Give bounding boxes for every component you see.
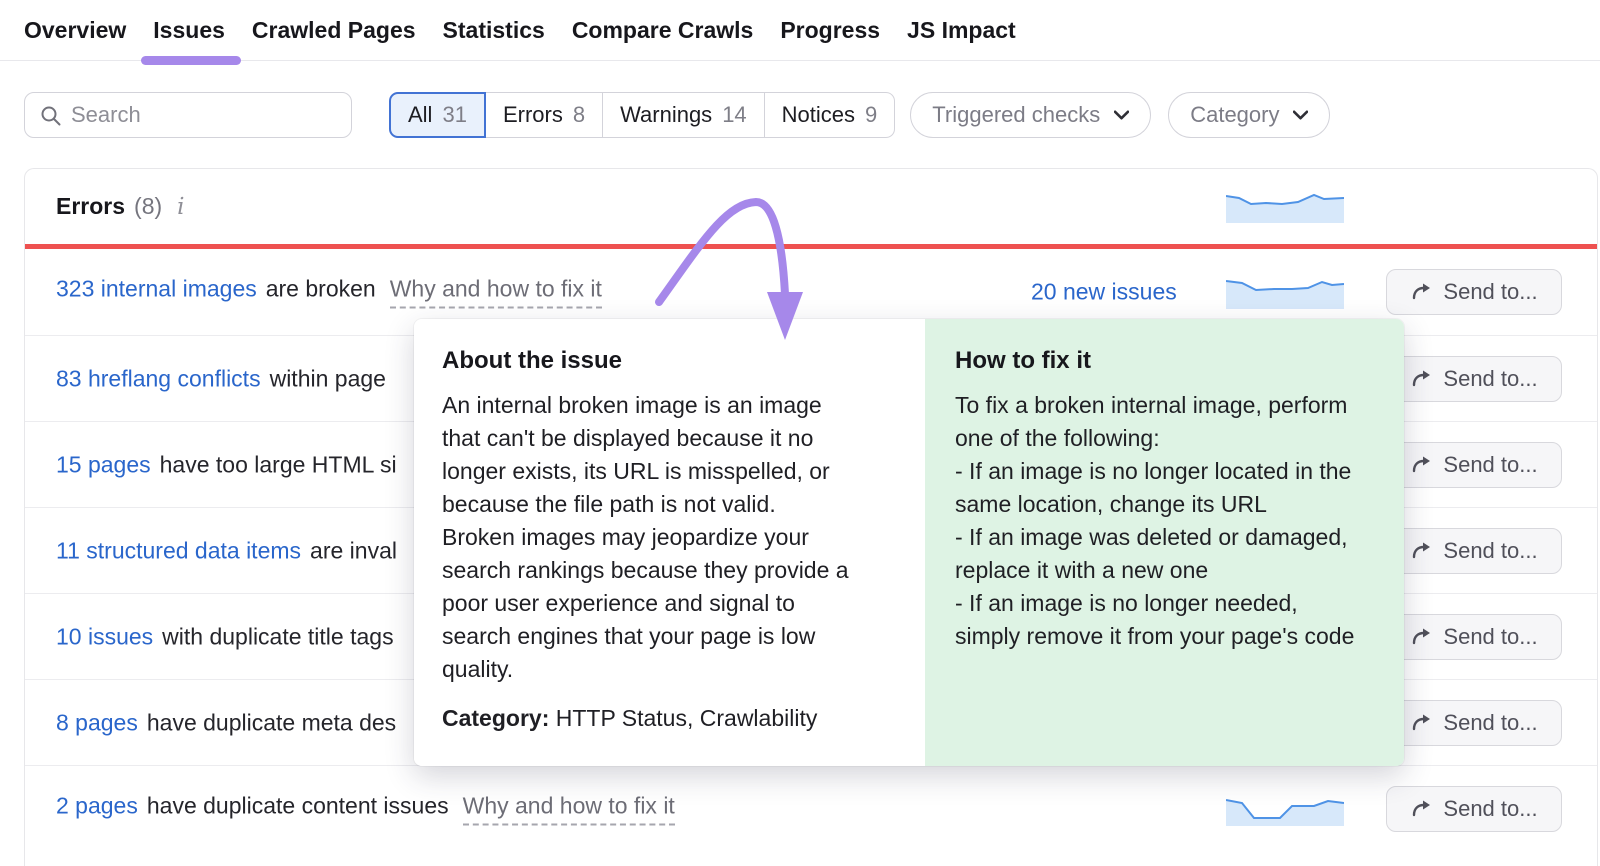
filter-warnings[interactable]: Warnings 14 — [602, 92, 765, 138]
send-arrow-icon — [1410, 540, 1432, 562]
category-label: Category: — [442, 705, 549, 731]
filter-notices-count: 9 — [865, 102, 877, 128]
filter-notices[interactable]: Notices 9 — [764, 92, 896, 138]
tab-progress[interactable]: Progress — [780, 0, 880, 61]
how-to-fix-panel: How to fix it To fix a broken internal i… — [925, 319, 1404, 766]
issue-link[interactable]: 323 internal images — [56, 276, 257, 303]
triggered-checks-dropdown[interactable]: Triggered checks — [910, 92, 1151, 138]
why-how-to-fix-link[interactable]: Why and how to fix it — [463, 792, 675, 825]
filter-all[interactable]: All 31 — [389, 92, 486, 138]
issue-popup: About the issue An internal broken image… — [414, 319, 1404, 766]
issue-link[interactable]: 2 pages — [56, 792, 138, 819]
issue-link[interactable]: 15 pages — [56, 451, 151, 478]
issue-link[interactable]: 8 pages — [56, 709, 138, 736]
about-body: An internal broken image is an image tha… — [442, 389, 897, 686]
search-icon — [40, 105, 62, 127]
issue-row-duplicate-content: 2 pages have duplicate content issues Wh… — [25, 765, 1597, 851]
tab-statistics[interactable]: Statistics — [443, 0, 545, 61]
send-to-button[interactable]: Send to... — [1386, 700, 1562, 746]
issue-desc: have duplicate content issues — [147, 792, 449, 819]
tab-crawled-pages[interactable]: Crawled Pages — [252, 0, 416, 61]
category-line: Category: HTTP Status, Crawlability — [442, 705, 897, 732]
info-icon[interactable]: i — [177, 194, 184, 220]
send-to-button[interactable]: Send to... — [1386, 269, 1562, 315]
category-dropdown[interactable]: Category — [1168, 92, 1330, 138]
top-nav: Overview Issues Crawled Pages Statistics… — [0, 0, 1600, 61]
fix-body: To fix a broken internal image, perform … — [955, 389, 1374, 653]
active-tab-underline — [141, 56, 241, 65]
errors-trend-sparkline — [1226, 189, 1344, 223]
issue-link[interactable]: 11 structured data items — [56, 537, 301, 564]
issue-type-filter: All 31 Errors 8 Warnings 14 Notices 9 — [390, 92, 895, 138]
filter-bar: All 31 Errors 8 Warnings 14 Notices 9 Tr… — [24, 92, 1330, 138]
about-the-issue-panel: About the issue An internal broken image… — [414, 319, 925, 766]
errors-count: (8) — [134, 193, 162, 220]
tab-overview[interactable]: Overview — [24, 0, 126, 61]
issue-desc: with duplicate title tags — [162, 623, 393, 650]
send-arrow-icon — [1410, 368, 1432, 390]
site-audit-issues-page: Overview Issues Crawled Pages Statistics… — [0, 0, 1600, 866]
send-to-button[interactable]: Send to... — [1386, 786, 1562, 832]
tab-issues[interactable]: Issues — [153, 0, 225, 61]
issue-desc: have duplicate meta des — [147, 709, 396, 736]
why-how-to-fix-link[interactable]: Why and how to fix it — [390, 276, 602, 309]
send-to-button[interactable]: Send to... — [1386, 528, 1562, 574]
search-box[interactable] — [24, 92, 352, 138]
issue-desc: within page — [270, 365, 386, 392]
send-arrow-icon — [1410, 281, 1432, 303]
chevron-down-icon — [1293, 110, 1308, 120]
fix-title: How to fix it — [955, 347, 1374, 375]
send-arrow-icon — [1410, 454, 1432, 476]
issue-desc: are inval — [310, 537, 397, 564]
issue-link[interactable]: 83 hreflang conflicts — [56, 365, 261, 392]
send-to-button[interactable]: Send to... — [1386, 356, 1562, 402]
issue-desc: are broken — [266, 276, 376, 303]
issue-trend-sparkline — [1226, 792, 1344, 826]
filter-all-count: 31 — [442, 102, 466, 128]
errors-title: Errors — [56, 193, 125, 220]
send-arrow-icon — [1410, 626, 1432, 648]
errors-card: Errors (8) i 323 internal images are bro… — [24, 168, 1598, 866]
send-arrow-icon — [1410, 712, 1432, 734]
tab-compare-crawls[interactable]: Compare Crawls — [572, 0, 754, 61]
new-issues-link[interactable]: 20 new issues — [1031, 279, 1177, 306]
send-to-button[interactable]: Send to... — [1386, 442, 1562, 488]
search-input[interactable] — [71, 93, 341, 136]
category-value: HTTP Status, Crawlability — [556, 705, 818, 731]
issue-desc: have too large HTML si — [160, 451, 397, 478]
send-arrow-icon — [1410, 798, 1432, 820]
filter-errors-count: 8 — [573, 102, 585, 128]
chevron-down-icon — [1114, 110, 1129, 120]
errors-card-header: Errors (8) i — [25, 169, 1597, 244]
tab-js-impact[interactable]: JS Impact — [907, 0, 1016, 61]
issue-trend-sparkline — [1226, 275, 1344, 309]
filter-errors[interactable]: Errors 8 — [485, 92, 603, 138]
filter-warnings-count: 14 — [722, 102, 746, 128]
send-to-button[interactable]: Send to... — [1386, 614, 1562, 660]
about-title: About the issue — [442, 347, 897, 375]
issue-link[interactable]: 10 issues — [56, 623, 153, 650]
